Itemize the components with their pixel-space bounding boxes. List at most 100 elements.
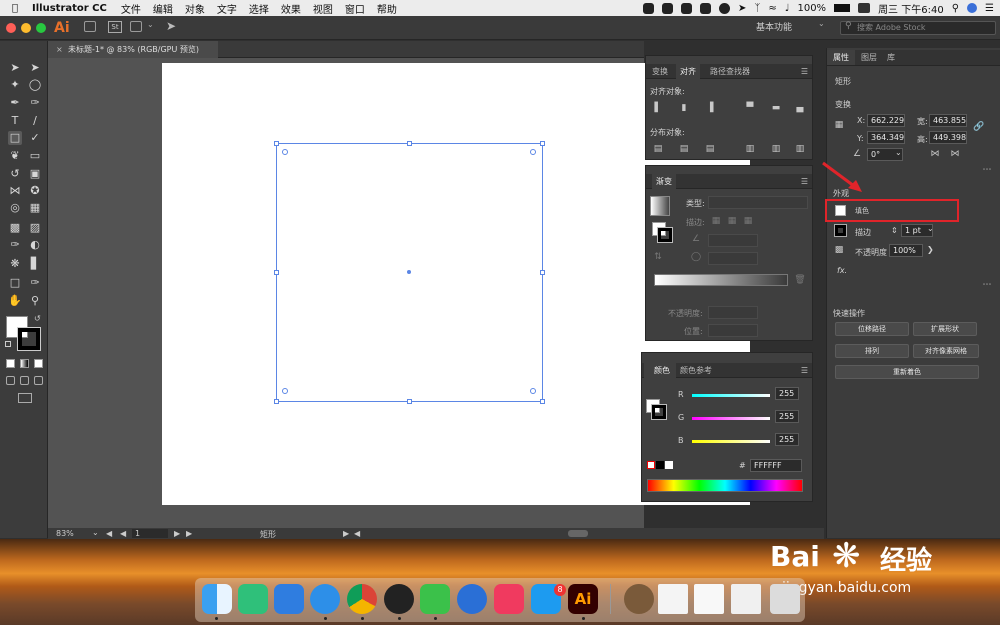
y-field[interactable]: 364.349 <box>867 131 905 144</box>
g-value[interactable]: 255 <box>775 410 799 423</box>
first-artboard-icon[interactable]: ◀ <box>106 529 112 538</box>
opacity-field[interactable]: 100% <box>889 244 923 257</box>
expand-shape-button[interactable]: 扩展形状 <box>913 322 977 336</box>
evernote-status-icon[interactable] <box>680 2 692 14</box>
menu-app-name[interactable]: Illustrator CC <box>32 3 107 14</box>
distribute-right-icon[interactable]: ▥ <box>794 144 806 155</box>
pen-tool-icon[interactable]: ✒ <box>8 96 22 110</box>
resize-handle-bc[interactable] <box>407 399 412 404</box>
doc-thumbnail-2-icon[interactable] <box>694 584 724 614</box>
menu-help[interactable]: 帮助 <box>377 1 397 16</box>
hex-value[interactable]: FFFFFF <box>750 459 802 472</box>
perspective-grid-tool-icon[interactable]: ▦ <box>28 201 42 215</box>
stroke-within-icon[interactable]: ▦ <box>710 216 722 227</box>
r-value[interactable]: 255 <box>775 387 799 400</box>
horizontal-scrollbar-thumb[interactable] <box>568 530 588 537</box>
stroke-across-icon[interactable]: ▦ <box>742 216 754 227</box>
workspace-chevron-icon[interactable]: ⌄ <box>818 19 825 28</box>
wifi-icon[interactable]: ≈ <box>768 3 776 14</box>
gradient-aspect-field[interactable] <box>708 252 758 265</box>
swap-fill-stroke-icon[interactable]: ↺ <box>34 314 41 323</box>
nuts-status-icon[interactable] <box>699 2 711 14</box>
corner-widget-br[interactable] <box>530 388 536 394</box>
tab-pathfinder[interactable]: 路径查找器 <box>710 64 750 79</box>
gradient-mode-icon[interactable] <box>20 359 29 368</box>
tab-layers[interactable]: 图层 <box>861 50 877 65</box>
draw-normal-icon[interactable] <box>6 376 15 385</box>
selection-tool-icon[interactable]: ➤ <box>8 61 22 75</box>
gpu-performance-icon[interactable]: ➤ <box>166 19 176 33</box>
gradient-stroke-swatch[interactable] <box>657 227 673 243</box>
color-mode-icon[interactable] <box>6 359 15 368</box>
fx-button[interactable]: fx. <box>837 266 847 275</box>
bridge-icon[interactable] <box>84 21 96 32</box>
default-colors-icon[interactable] <box>5 341 11 347</box>
finder-icon[interactable] <box>202 584 232 614</box>
corner-widget-tl[interactable] <box>282 149 288 155</box>
align-pixel-grid-button[interactable]: 对齐像素网格 <box>913 344 979 358</box>
menu-view[interactable]: 视图 <box>313 1 333 16</box>
next-artboard-icon[interactable]: ▶ <box>174 529 180 538</box>
minimize-window-button[interactable] <box>21 23 31 33</box>
gradient-angle-field[interactable] <box>708 234 758 247</box>
panel-menu-icon[interactable]: ☰ <box>801 64 808 79</box>
search-spotlight-icon[interactable]: ⚲ <box>952 3 959 14</box>
user-avatar[interactable] <box>967 3 978 13</box>
stock-search-input[interactable]: 搜索 Adobe Stock <box>840 21 996 35</box>
magic-wand-tool-icon[interactable]: ✦ <box>8 78 22 92</box>
volume-icon[interactable]: ♩ <box>785 3 790 14</box>
flip-vertical-icon[interactable]: ⋈ <box>949 149 961 160</box>
chevron-down-icon[interactable]: ⌄ <box>147 20 154 29</box>
draw-inside-icon[interactable] <box>34 376 43 385</box>
chrome-icon[interactable] <box>347 584 377 614</box>
tab-color-guide[interactable]: 颜色参考 <box>680 363 712 378</box>
gradient-panel-menu-icon[interactable]: ☰ <box>801 174 808 189</box>
transform-more-icon[interactable]: ⋯ <box>981 165 993 176</box>
gradient-preview-swatch[interactable] <box>650 196 670 216</box>
line-tool-icon[interactable]: ∕ <box>28 114 42 128</box>
align-left-icon[interactable]: ▌ <box>652 103 664 114</box>
close-tab-icon[interactable]: × <box>56 41 63 58</box>
notification-center-icon[interactable]: ☰ <box>985 3 994 14</box>
corner-widget-bl[interactable] <box>282 388 288 394</box>
r-slider[interactable] <box>692 394 770 397</box>
menu-edit[interactable]: 编辑 <box>153 1 173 16</box>
send-icon[interactable]: ➤ <box>738 3 746 14</box>
tab-align[interactable]: 对齐 <box>676 64 700 79</box>
column-graph-tool-icon[interactable]: ▋ <box>28 257 42 271</box>
document-tab[interactable]: × 未标题-1* @ 83% (RGB/GPU 预览) <box>48 41 218 58</box>
close-window-button[interactable] <box>6 23 16 33</box>
scale-tool-icon[interactable]: ▣ <box>28 167 42 181</box>
gradient-tool-icon[interactable]: ▨ <box>28 221 42 235</box>
paintbrush-tool-icon[interactable]: ✓ <box>28 131 42 145</box>
maps-pin-icon[interactable] <box>457 584 487 614</box>
zoom-window-button[interactable] <box>36 23 46 33</box>
gradient-slider-bar[interactable] <box>654 274 788 286</box>
artboard-number[interactable]: 1 <box>132 529 168 538</box>
trash-icon[interactable] <box>770 584 800 614</box>
distribute-vcenter-icon[interactable]: ▤ <box>678 144 690 155</box>
arrange-button[interactable]: 排列 <box>835 344 909 358</box>
stroke-swatch[interactable] <box>17 327 41 351</box>
hand-tool-icon[interactable]: ✋ <box>8 294 22 308</box>
puppet-warp-tool-icon[interactable]: ✪ <box>28 184 42 198</box>
color-stroke-swatch[interactable] <box>651 404 667 420</box>
workspace-switcher[interactable]: 基本功能 <box>756 20 792 33</box>
width-tool-icon[interactable]: ⋈ <box>8 184 22 198</box>
resize-handle-tc[interactable] <box>407 141 412 146</box>
safari-icon[interactable] <box>310 584 340 614</box>
b-slider[interactable] <box>692 440 770 443</box>
resize-handle-bl[interactable] <box>274 399 279 404</box>
menu-window[interactable]: 窗口 <box>345 1 365 16</box>
flip-horizontal-icon[interactable]: ⋈ <box>929 149 941 160</box>
wechat-icon[interactable] <box>420 584 450 614</box>
status-arrow-icon[interactable]: ▶ <box>343 529 349 538</box>
resize-handle-tl[interactable] <box>274 141 279 146</box>
stroke-stepper-icon[interactable]: ⇕ <box>891 226 898 235</box>
arrange-documents-icon[interactable] <box>130 21 142 32</box>
apple-icon[interactable]:  <box>12 3 18 14</box>
stock-logo[interactable]: St <box>108 21 122 33</box>
zoom-chevron-icon[interactable]: ⌄ <box>92 528 99 537</box>
tab-properties[interactable]: 属性 <box>827 50 855 65</box>
gradient-position-field[interactable] <box>708 324 758 337</box>
